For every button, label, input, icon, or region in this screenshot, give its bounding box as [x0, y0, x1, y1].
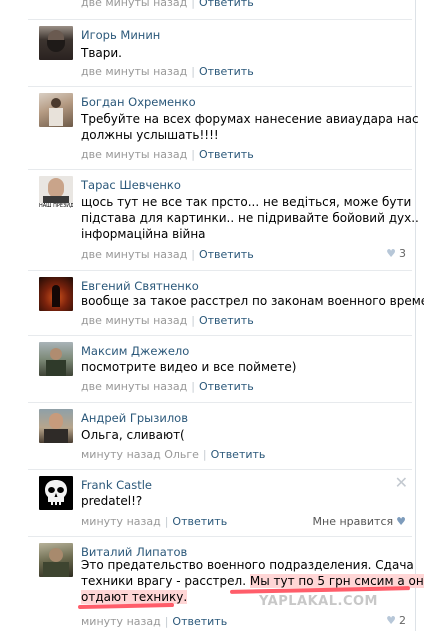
comment-line: Это предательство военного подразделения…	[81, 558, 414, 572]
comment: Frank Castle predatel!? минуту назад | Отв…	[28, 469, 412, 536]
comment-meta: две минуты назад | Ответить	[81, 65, 254, 78]
reply-link[interactable]: Ответить	[199, 148, 254, 161]
comment-meta: минуту назад Ольге | Ответить	[81, 448, 266, 461]
like-button[interactable]: Мне нравится ♥	[313, 515, 406, 528]
comment: НАШ ПРЕЗИДЕНТ Тарас Шевченко щось тут не…	[28, 169, 419, 270]
reply-link[interactable]: Ответить	[172, 615, 227, 628]
comment-time: две минуты назад	[81, 148, 188, 161]
heart-icon: ♥	[386, 247, 396, 260]
red-underline	[77, 602, 175, 610]
close-icon[interactable]: ✕	[395, 473, 408, 492]
comment-time: две минуты назад	[81, 380, 188, 393]
like-counter[interactable]: ♥ 2	[386, 614, 406, 627]
reply-link[interactable]: Ответить	[172, 515, 227, 528]
comment-text: predatel!?	[81, 493, 416, 509]
avatar[interactable]	[39, 409, 73, 443]
comment-meta: две минуты назад | Ответить	[81, 380, 254, 393]
reply-link[interactable]: Ответить	[211, 448, 266, 461]
right-border	[415, 0, 416, 631]
avatar[interactable]	[39, 26, 73, 60]
comment: Максим Джежело посмотрите видео и все по…	[28, 335, 412, 402]
comment: Игорь Минин Твари. две минуты назад | Отве…	[28, 19, 412, 86]
comment-line: Требуйте на всех форумах нанесение авиау…	[81, 112, 419, 126]
heart-icon: ♥	[396, 515, 406, 528]
comment-line: вообще за такое расстрел по законам воен…	[81, 294, 424, 308]
comment-text: Требуйте на всех форумах нанесение авиау…	[81, 111, 419, 143]
comment-line: посмотрите видео и все поймете)	[81, 360, 297, 374]
author-name[interactable]: Евгений Святненко	[81, 279, 199, 293]
comment: Виталий Липатов Это предательство военно…	[28, 536, 424, 632]
comment-time: две минуты назад	[81, 65, 188, 78]
comment: Андрей Грызилов Ольга, сливают( минуту н…	[28, 402, 412, 469]
comment-line: predatel!?	[81, 494, 143, 508]
comment: Богдан Охременко Требуйте на всех форума…	[28, 86, 419, 169]
avatar[interactable]	[39, 93, 73, 127]
watermark: YAPLAKAL.COM	[259, 594, 378, 609]
heart-icon: ♥	[386, 614, 396, 627]
comment-time: минуту назад	[81, 615, 161, 628]
avatar[interactable]	[39, 277, 73, 311]
like-counter[interactable]: ♥ 3	[386, 247, 406, 260]
comment-meta: две минуты назад | Ответить	[81, 148, 254, 161]
comment-line: підстава для картинки.. не підривайте бо…	[81, 211, 419, 225]
comment-line-plain: техники врагу - расстрел.	[81, 574, 250, 588]
comment-text: вообще за такое расстрел по законам воен…	[81, 293, 424, 309]
comment-time: минуту назад Ольге	[81, 448, 199, 461]
comment-time: две минуты назад	[81, 0, 188, 9]
reply-link[interactable]: Ответить	[199, 380, 254, 393]
like-count: 3	[399, 247, 406, 260]
comment: Евгений Святненко вообще за такое расстр…	[28, 270, 424, 335]
reply-link[interactable]: Ответить	[199, 0, 254, 9]
reply-link[interactable]: Ответить	[199, 65, 254, 78]
comment-text: Твари.	[81, 45, 416, 61]
comment-time: минуту назад	[81, 515, 161, 528]
author-name[interactable]: Максим Джежело	[81, 344, 189, 358]
comment-line: інформаційна війна	[81, 227, 206, 241]
author-name[interactable]: Frank Castle	[81, 478, 152, 492]
highlighted-text: отдают технику.	[81, 590, 188, 604]
author-name[interactable]: Тарас Шевченко	[81, 178, 181, 192]
avatar-caption: НАШ ПРЕЗИДЕНТ	[39, 203, 73, 210]
comment-text: Ольга, сливают(	[81, 427, 416, 443]
comment-meta: минуту назад | Ответить	[81, 615, 228, 628]
top-comment-meta: две минуты назад | Ответить	[81, 0, 254, 12]
comment-time: две минуты назад	[81, 248, 188, 261]
avatar[interactable]	[39, 476, 73, 510]
reply-link[interactable]: Ответить	[199, 248, 254, 261]
like-count: 2	[399, 614, 406, 627]
comment-meta: две минуты назад | Ответить	[81, 248, 254, 261]
comment-line: Ольга, сливают(	[81, 428, 185, 442]
comment-line: Твари.	[81, 46, 122, 60]
comment-time: две минуты назад	[81, 314, 188, 327]
comment-meta: две минуты назад | Ответить	[81, 314, 254, 327]
author-name[interactable]: Андрей Грызилов	[81, 411, 188, 425]
avatar[interactable]: НАШ ПРЕЗИДЕНТ	[39, 176, 73, 210]
avatar[interactable]	[39, 342, 73, 376]
avatar[interactable]	[39, 543, 73, 577]
author-name[interactable]: Богдан Охременко	[81, 95, 196, 109]
comment-line: щось тут не все так прсто... не ведіться…	[81, 195, 412, 209]
comment-text: щось тут не все так прсто... не ведіться…	[81, 194, 419, 242]
comment-meta: минуту назад | Ответить	[81, 515, 228, 528]
like-label: Мне нравится	[312, 515, 394, 528]
author-name[interactable]: Игорь Минин	[81, 28, 160, 42]
comment-line: должны услышать!!!!	[81, 128, 219, 142]
comment-text: посмотрите видео и все поймете)	[81, 359, 416, 375]
reply-link[interactable]: Ответить	[199, 314, 254, 327]
skull-icon	[45, 480, 67, 505]
